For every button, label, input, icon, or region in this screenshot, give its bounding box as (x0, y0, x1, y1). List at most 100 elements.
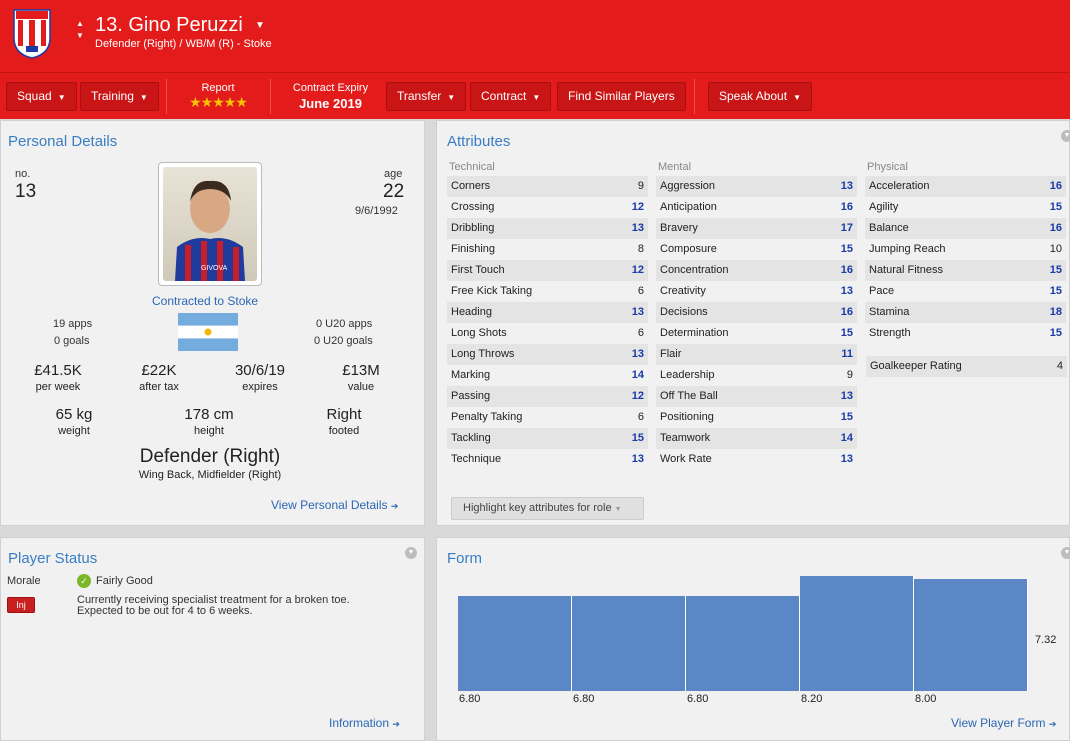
attribute-name: Pace (869, 285, 895, 297)
contracted-to-link[interactable]: Contracted to Stoke (152, 294, 258, 308)
attribute-value: 16 (840, 306, 853, 318)
transfer-button-label: Transfer (397, 89, 442, 103)
morale-thumbs-up-icon: ✓ (77, 574, 91, 588)
toolbar: Squad ▼ Training ▼ Report ★★★★★ Contract E… (0, 72, 1070, 119)
attribute-value: 14 (840, 432, 853, 444)
attribute-row-technical: Free Kick Taking 6 (447, 281, 648, 302)
player-photo-image: GIVOVA (163, 167, 257, 281)
attribute-value: 9 (637, 180, 644, 192)
form-bar[interactable] (686, 596, 800, 691)
form-title: Form (447, 550, 482, 567)
attribute-row-technical: Long Throws 13 (447, 344, 648, 365)
contract-button[interactable]: Contract ▼ (470, 82, 552, 111)
next-player-arrow-icon[interactable]: ▼ (76, 30, 86, 42)
training-button[interactable]: Training ▼ (80, 82, 159, 111)
attribute-value: 9 (846, 369, 853, 381)
attribute-row-mental: Creativity 13 (656, 281, 857, 302)
divider (694, 79, 695, 114)
collapse-chevron-icon[interactable]: ▼ (1061, 130, 1070, 142)
attribute-value: 13 (631, 348, 644, 360)
form-average-label: 7.32 (1035, 634, 1057, 646)
attribute-row-mental: Decisions 16 (656, 302, 857, 323)
technical-heading: Technical (449, 161, 495, 173)
attribute-row-physical: Acceleration 16 (865, 176, 1066, 197)
collapse-chevron-icon[interactable]: ▼ (405, 547, 417, 559)
attribute-row-technical: Crossing 12 (447, 197, 648, 218)
form-bar[interactable] (458, 596, 572, 691)
attribute-value: 18 (1049, 306, 1062, 318)
attribute-row-physical: Balance 16 (865, 218, 1066, 239)
attribute-name: Strength (869, 327, 911, 339)
transfer-button[interactable]: Transfer ▼ (386, 82, 467, 111)
attribute-value: 6 (637, 411, 644, 423)
contract-expiry-value: June 2019 (299, 96, 362, 111)
attribute-row-mental: Work Rate 13 (656, 449, 857, 470)
attribute-name: Tackling (451, 432, 491, 444)
shirt-number-label: no. (15, 168, 31, 180)
attribute-row-technical: Technique 13 (447, 449, 648, 470)
attribute-row-physical: Pace 15 (865, 281, 1066, 302)
attribute-value: 15 (840, 411, 853, 423)
after-tax-label: after tax (139, 381, 179, 393)
attribute-value: 17 (840, 222, 853, 234)
morale-label: Morale (7, 575, 41, 587)
chevron-down-icon: ▼ (447, 93, 456, 102)
player-value-label: value (347, 381, 375, 393)
attribute-name: Teamwork (660, 432, 711, 444)
age-value: 22 (383, 181, 405, 202)
speak-about-button[interactable]: Speak About ▼ (708, 82, 812, 111)
attribute-value: 13 (631, 453, 644, 465)
information-link[interactable]: Information ➔ (329, 716, 400, 730)
view-player-form-link[interactable]: View Player Form ➔ (951, 716, 1056, 730)
form-bar[interactable] (572, 596, 686, 691)
attribute-name: Long Throws (451, 348, 515, 360)
attribute-value: 13 (840, 180, 853, 192)
apps-count: 19 apps (53, 318, 93, 330)
header: ▲ ▼ 13. Gino Peruzzi ▼ Defender (Right) … (0, 0, 1070, 72)
weight-label: weight (58, 425, 90, 437)
player-menu-chevron-down-icon[interactable]: ▼ (255, 20, 265, 31)
attribute-value: 15 (1049, 327, 1062, 339)
attribute-row-mental: Concentration 16 (656, 260, 857, 281)
form-bar-label: 6.80 (459, 693, 481, 705)
report-label: Report (201, 82, 235, 94)
height-value: 178 cm (184, 406, 234, 423)
attribute-row-mental: Anticipation 16 (656, 197, 857, 218)
attribute-name: Work Rate (660, 453, 712, 465)
attribute-row-mental: Teamwork 14 (656, 428, 857, 449)
attribute-row-mental: Determination 15 (656, 323, 857, 344)
highlight-key-attributes-button[interactable]: Highlight key attributes for role ▼ (451, 497, 644, 520)
squad-button-label: Squad (17, 89, 52, 103)
attribute-name: Concentration (660, 264, 729, 276)
attributes-title: Attributes (447, 133, 511, 150)
attribute-value: 10 (1049, 243, 1062, 255)
speak-about-label: Speak About (719, 89, 788, 103)
attribute-row-technical: Dribbling 13 (447, 218, 648, 239)
divider (270, 79, 271, 114)
attribute-row-technical: First Touch 12 (447, 260, 648, 281)
attribute-row-physical: Stamina 18 (865, 302, 1066, 323)
squad-button[interactable]: Squad ▼ (6, 82, 77, 111)
attribute-name: Positioning (660, 411, 714, 423)
shirt-sponsor-text: GIVOVA (201, 265, 228, 272)
attribute-row-mental: Leadership 9 (656, 365, 857, 386)
collapse-chevron-icon[interactable]: ▼ (1061, 547, 1070, 559)
report-block[interactable]: Report ★★★★★ (178, 82, 258, 111)
attribute-value: 13 (631, 306, 644, 318)
find-similar-players-button[interactable]: Find Similar Players (557, 82, 686, 111)
previous-player-arrow-icon[interactable]: ▲ (76, 18, 86, 30)
shirt-number-value: 13 (15, 181, 37, 202)
attribute-name: Heading (451, 306, 492, 318)
view-personal-details-link[interactable]: View Personal Details ➔ (271, 498, 398, 512)
attribute-name: Acceleration (869, 180, 930, 192)
form-bar[interactable] (914, 579, 1028, 691)
attribute-name: Anticipation (660, 201, 717, 213)
attribute-name: Off The Ball (660, 390, 718, 402)
attribute-value: 15 (631, 432, 644, 444)
attribute-name: Long Shots (451, 327, 507, 339)
form-bar-label: 8.00 (915, 693, 937, 705)
attribute-name: Corners (451, 180, 491, 192)
chevron-down-icon: ▼ (57, 93, 66, 102)
attribute-row-mental: Positioning 15 (656, 407, 857, 428)
form-bar[interactable] (800, 576, 914, 691)
